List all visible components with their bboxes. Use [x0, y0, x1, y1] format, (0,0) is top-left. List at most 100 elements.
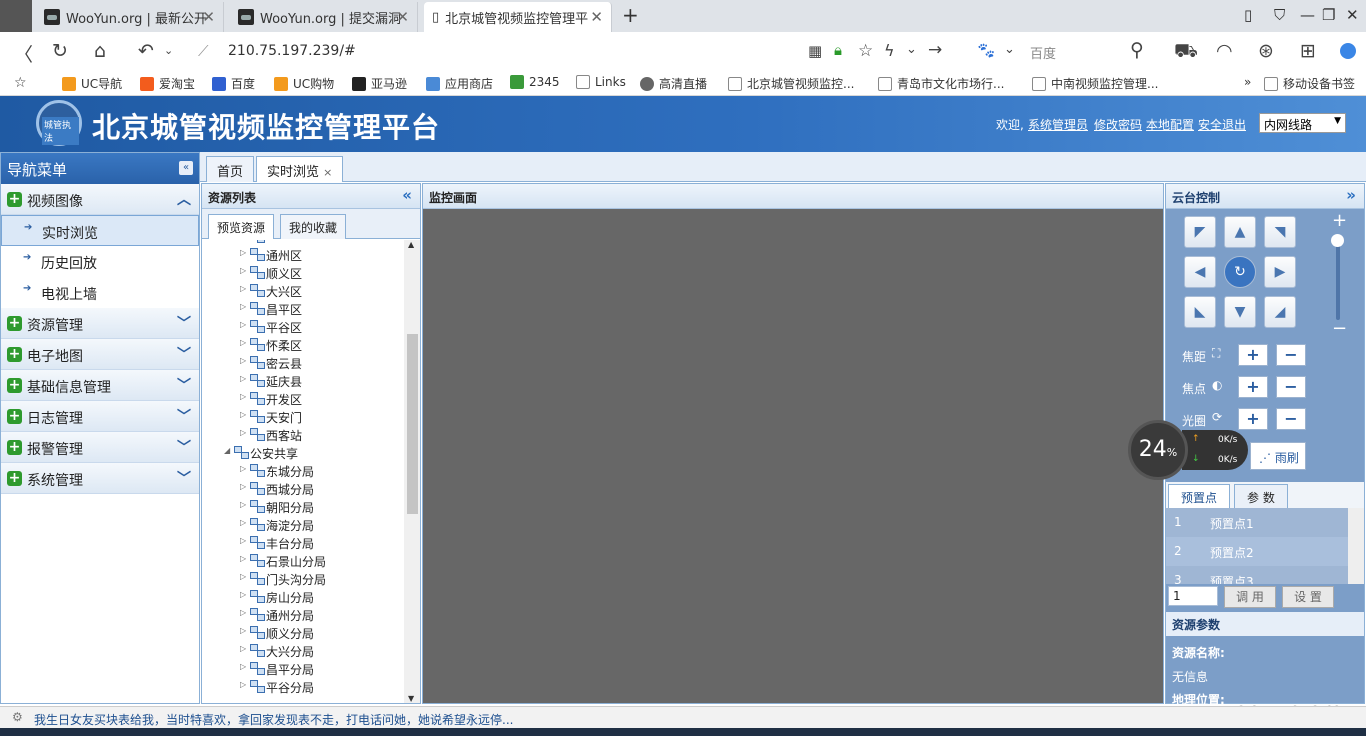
collapsed-arrow-icon[interactable]: ▷ [240, 500, 246, 509]
collapse-icon[interactable]: « [179, 161, 193, 175]
collapsed-arrow-icon[interactable]: ▷ [240, 392, 246, 401]
reload-icon[interactable]: ↻ [52, 40, 68, 62]
bookmark-item[interactable]: 亚马逊 [352, 75, 407, 92]
preset-number-input[interactable]: 1 [1168, 586, 1218, 606]
tree-node[interactable]: ▷ 朝阳分局 [202, 497, 404, 515]
apps-icon[interactable]: ⊞ [1300, 40, 1316, 62]
sidebar-icon[interactable]: ▯ [1244, 6, 1252, 24]
chevron-down-icon[interactable]: ⌄ [1004, 42, 1015, 57]
collapsed-arrow-icon[interactable]: ▷ [240, 410, 246, 419]
nav-group-alarms[interactable]: + 报警管理 ﹀ [1, 432, 199, 463]
tab-preview-resources[interactable]: 预览资源 [208, 214, 275, 239]
iris-minus-button[interactable]: − [1276, 408, 1306, 430]
tree-node[interactable]: ◢ 公安共享 [202, 443, 404, 461]
bookmark-star-icon[interactable]: ☆ [14, 75, 27, 91]
tree-node[interactable]: ▷ 顺义区 [202, 263, 404, 281]
local-config-link[interactable]: 本地配置 [1146, 116, 1194, 133]
tree-node[interactable]: ▷ 通州区 [202, 245, 404, 263]
collapsed-arrow-icon[interactable]: ▷ [240, 428, 246, 437]
browser-tab-2[interactable]: WooYun.org | 提交漏洞 ✕ [230, 2, 418, 32]
tree-node[interactable]: ▷ 东城分局 [202, 461, 404, 479]
tree-node[interactable]: ▷ 大兴分局 [202, 641, 404, 659]
call-preset-button[interactable]: 调 用 [1224, 586, 1276, 608]
collapsed-arrow-icon[interactable]: ▷ [240, 356, 246, 365]
bookmark-item[interactable]: 百度 [212, 75, 255, 92]
bookmark-item[interactable]: 爱淘宝 [140, 75, 195, 92]
collapsed-arrow-icon[interactable]: ▷ [240, 518, 246, 527]
tree-node[interactable]: ▷ 海淀分局 [202, 515, 404, 533]
bookmark-item[interactable]: 2345 [510, 75, 560, 89]
bookmark-item[interactable]: 中南视频监控管理... [1032, 75, 1158, 92]
tree-node[interactable]: ▷ 延庆县 [202, 371, 404, 389]
wifi-icon[interactable]: ◠ [1216, 40, 1233, 62]
baidu-paw-icon[interactable]: 🐾︎ [976, 41, 996, 60]
tree-node[interactable]: ▷ 顺义分局 [202, 623, 404, 641]
tree-node[interactable]: ▷ 密云县 [202, 353, 404, 371]
star-icon[interactable]: ☆ [858, 41, 873, 61]
tree-node[interactable]: ▷ 昌平分局 [202, 659, 404, 677]
qr-icon[interactable]: ▦ [808, 42, 822, 60]
collapsed-arrow-icon[interactable]: ▷ [240, 680, 246, 689]
nav-item-tv-wall[interactable]: 电视上墙 [1, 277, 199, 308]
tree-node[interactable]: ▷ 门头沟分局 [202, 569, 404, 587]
nav-group-basic-info[interactable]: + 基础信息管理 ﹀ [1, 370, 199, 401]
bookmark-item[interactable]: 高清直播 [640, 75, 707, 92]
tree-node[interactable]: ▷ 开发区 [202, 389, 404, 407]
collapsed-arrow-icon[interactable]: ▷ [240, 608, 246, 617]
ptz-up-button[interactable]: ▲ [1224, 216, 1256, 248]
tree-node[interactable]: ▷ 平谷区 [202, 317, 404, 335]
zoom-minus-button[interactable]: − [1276, 344, 1306, 366]
ptz-auto-button[interactable]: ↻ [1224, 256, 1256, 288]
browser-avatar[interactable] [0, 0, 32, 32]
scroll-down-icon[interactable]: ▼ [408, 694, 414, 703]
preset-row[interactable]: 预置点2 2 [1166, 537, 1348, 566]
ptz-left-button[interactable]: ◀ [1184, 256, 1216, 288]
mobile-bookmarks[interactable]: 移动设备书签 [1264, 75, 1355, 92]
menu-icon[interactable] [1340, 43, 1356, 59]
window-close-icon[interactable]: ✕ [1346, 6, 1359, 24]
focus-plus-button[interactable]: + [1238, 376, 1268, 398]
user-link[interactable]: 系统管理员 [1028, 116, 1088, 133]
ptz-right-button[interactable]: ▶ [1264, 256, 1296, 288]
tree-node[interactable]: ▷ 房山分局 [202, 587, 404, 605]
cart-icon[interactable]: ⛟ [1174, 40, 1198, 65]
close-icon[interactable]: × [323, 166, 332, 179]
tree-node[interactable]: ▷ 平谷分局 [202, 677, 404, 695]
ptz-down-button[interactable]: ▼ [1224, 296, 1256, 328]
tree-node[interactable]: ▷ 西城分局 [202, 479, 404, 497]
go-icon[interactable]: → [928, 40, 942, 60]
bookmark-item[interactable]: UC导航 [62, 75, 122, 92]
speed-slider[interactable] [1331, 234, 1344, 320]
collapsed-arrow-icon[interactable]: ▷ [240, 266, 246, 275]
collapsed-arrow-icon[interactable]: ▷ [240, 338, 246, 347]
url-input[interactable]: 210.75.197.239/# [228, 43, 356, 59]
tab-presets[interactable]: 预置点 [1168, 484, 1231, 508]
undo-icon[interactable]: ↶ [138, 40, 154, 62]
search-input[interactable]: 百度 [1030, 43, 1056, 62]
restore-icon[interactable]: ❐ [1322, 6, 1335, 24]
flash-icon[interactable]: ϟ [884, 41, 895, 60]
tree-node[interactable]: ▷ 石景山分局 [202, 551, 404, 569]
preset-row[interactable]: 预置点1 1 [1166, 508, 1348, 537]
browser-tab-3[interactable]: ▯ 北京城管视频监控管理平 ✕ [424, 2, 612, 32]
network-select[interactable]: 内网线路 [1259, 113, 1346, 133]
ptz-up-right-button[interactable]: ◥ [1264, 216, 1296, 248]
nav-group-system[interactable]: + 系统管理 ﹀ [1, 463, 199, 494]
collapsed-arrow-icon[interactable]: ▷ [240, 320, 246, 329]
focus-minus-button[interactable]: − [1276, 376, 1306, 398]
speed-minus-icon[interactable]: − [1332, 318, 1347, 339]
scroll-thumb[interactable] [407, 334, 418, 514]
expanded-arrow-icon[interactable]: ◢ [224, 446, 230, 455]
back-icon[interactable]: 〈 [14, 40, 33, 67]
tree-node[interactable]: ▷ 大兴区 [202, 281, 404, 299]
bookmark-item[interactable]: 北京城管视频监控... [728, 75, 854, 92]
collapsed-arrow-icon[interactable]: ▷ [240, 554, 246, 563]
chevron-down-icon[interactable]: ⌄ [164, 44, 173, 57]
search-icon[interactable]: ⚲ [1130, 39, 1144, 61]
bookmark-item[interactable]: 青岛市文化市场行... [878, 75, 1004, 92]
scrollbar[interactable]: ▲ ▼ [404, 240, 420, 703]
video-area[interactable] [423, 209, 1163, 703]
collapsed-arrow-icon[interactable]: ▷ [240, 302, 246, 311]
change-password-link[interactable]: 修改密码 [1094, 116, 1142, 133]
tab-home[interactable]: 首页 [206, 156, 255, 182]
